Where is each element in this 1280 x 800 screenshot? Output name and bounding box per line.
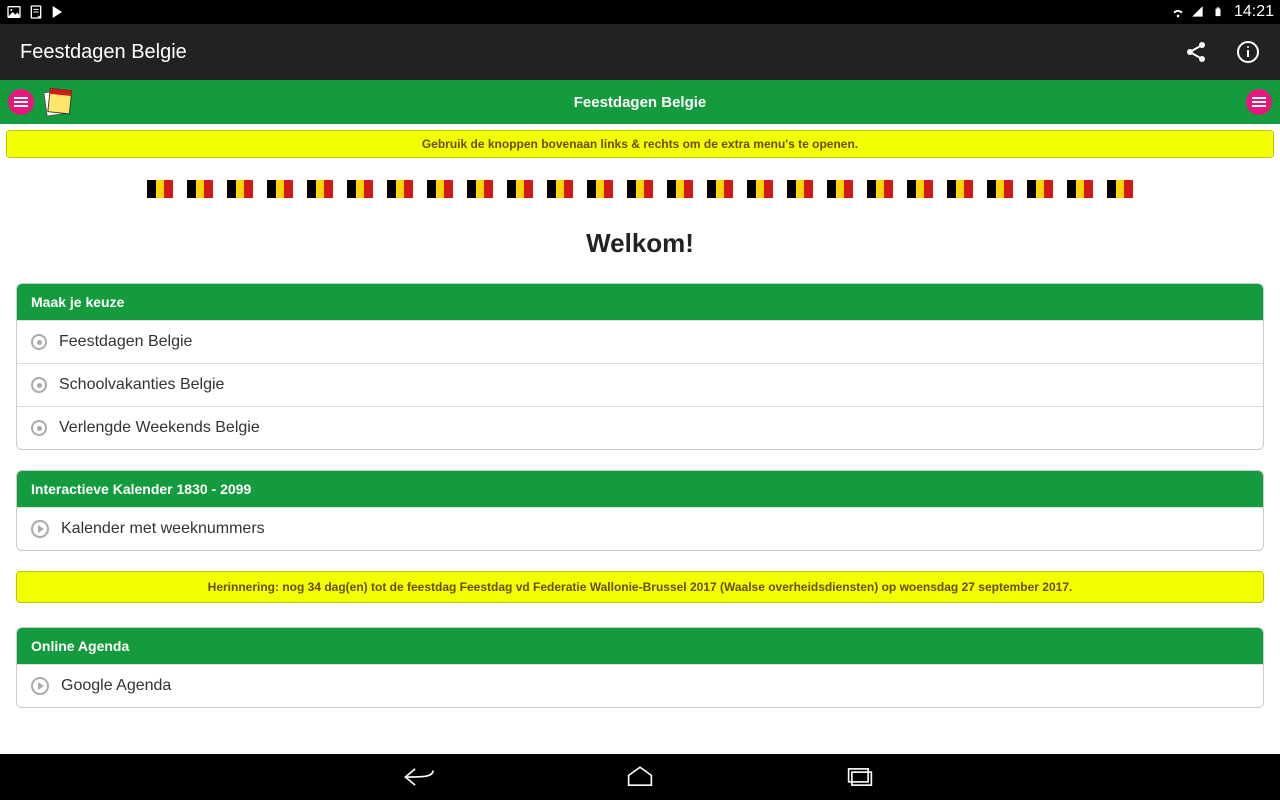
battery-icon: [1210, 4, 1226, 20]
menu-left-button[interactable]: [8, 89, 34, 115]
bullet-icon: [31, 420, 47, 436]
section-maak-je-keuze: Maak je keuze Feestdagen Belgie Schoolva…: [16, 283, 1264, 450]
belgium-flag-icon: [507, 180, 533, 198]
list-item-label: Feestdagen Belgie: [59, 333, 192, 351]
belgium-flag-icon: [907, 180, 933, 198]
belgium-flag-icon: [867, 180, 893, 198]
info-icon[interactable]: [1236, 40, 1260, 64]
bullet-icon: [31, 334, 47, 350]
document-icon: [28, 4, 44, 20]
reminder-bar: Herinnering: nog 34 dag(en) tot de feest…: [16, 571, 1264, 603]
belgium-flag-icon: [547, 180, 573, 198]
belgium-flag-icon: [707, 180, 733, 198]
belgium-flag-icon: [947, 180, 973, 198]
recent-apps-button[interactable]: [840, 763, 880, 791]
list-item-label: Schoolvakanties Belgie: [59, 376, 224, 394]
section-interactieve-kalender: Interactieve Kalender 1830 - 2099 Kalend…: [16, 470, 1264, 551]
home-button[interactable]: [620, 763, 660, 791]
flag-strip: [0, 180, 1280, 198]
belgium-flag-icon: [347, 180, 373, 198]
belgium-flag-icon: [987, 180, 1013, 198]
belgium-flag-icon: [187, 180, 213, 198]
list-item-verlengde-weekends[interactable]: Verlengde Weekends Belgie: [17, 406, 1263, 449]
play-store-icon: [50, 4, 66, 20]
share-icon[interactable]: [1184, 40, 1208, 64]
belgium-flag-icon: [787, 180, 813, 198]
page-header: Feestdagen Belgie: [0, 80, 1280, 124]
belgium-flag-icon: [387, 180, 413, 198]
hint-text: Gebruik de knoppen bovenaan links & rech…: [422, 137, 858, 151]
app-title: Feestdagen Belgie: [20, 41, 187, 64]
belgium-flag-icon: [427, 180, 453, 198]
belgium-flag-icon: [627, 180, 653, 198]
bullet-icon: [31, 377, 47, 393]
belgium-flag-icon: [307, 180, 333, 198]
arrow-icon: [31, 520, 49, 538]
android-status-bar: 14:21: [0, 0, 1280, 24]
list-item-schoolvakanties[interactable]: Schoolvakanties Belgie: [17, 363, 1263, 406]
belgium-flag-icon: [267, 180, 293, 198]
list-item-feestdagen[interactable]: Feestdagen Belgie: [17, 320, 1263, 363]
belgium-flag-icon: [147, 180, 173, 198]
signal-icon: [1190, 4, 1206, 20]
back-button[interactable]: [400, 763, 440, 791]
calendar-icon: [40, 84, 76, 120]
belgium-flag-icon: [1027, 180, 1053, 198]
belgium-flag-icon: [587, 180, 613, 198]
belgium-flag-icon: [747, 180, 773, 198]
welcome-heading: Welkom!: [0, 228, 1280, 259]
belgium-flag-icon: [467, 180, 493, 198]
belgium-flag-icon: [827, 180, 853, 198]
arrow-icon: [31, 677, 49, 695]
section-header: Online Agenda: [17, 628, 1263, 664]
section-online-agenda: Online Agenda Google Agenda: [16, 627, 1264, 708]
list-item-label: Google Agenda: [61, 677, 171, 695]
belgium-flag-icon: [1107, 180, 1133, 198]
page-title: Feestdagen Belgie: [574, 94, 707, 111]
image-icon: [6, 4, 22, 20]
hint-bar: Gebruik de knoppen bovenaan links & rech…: [6, 130, 1274, 158]
list-item-google-agenda[interactable]: Google Agenda: [17, 664, 1263, 707]
section-header: Maak je keuze: [17, 284, 1263, 320]
status-clock: 14:21: [1234, 3, 1274, 21]
app-content: Feestdagen Belgie Gebruik de knoppen bov…: [0, 80, 1280, 754]
belgium-flag-icon: [1067, 180, 1093, 198]
list-item-label: Kalender met weeknummers: [61, 520, 265, 538]
reminder-text: Herinnering: nog 34 dag(en) tot de feest…: [208, 580, 1073, 594]
menu-right-button[interactable]: [1246, 89, 1272, 115]
belgium-flag-icon: [667, 180, 693, 198]
list-item-kalender-weeknummers[interactable]: Kalender met weeknummers: [17, 507, 1263, 550]
android-nav-bar: [0, 754, 1280, 800]
app-action-bar: Feestdagen Belgie: [0, 24, 1280, 80]
list-item-label: Verlengde Weekends Belgie: [59, 419, 260, 437]
belgium-flag-icon: [227, 180, 253, 198]
section-header: Interactieve Kalender 1830 - 2099: [17, 471, 1263, 507]
wifi-icon: [1170, 4, 1186, 20]
